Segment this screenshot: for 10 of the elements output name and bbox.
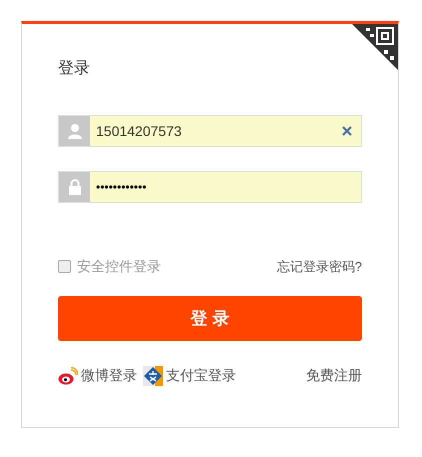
secure-login-label: 安全控件登录 (77, 257, 161, 276)
register-link[interactable]: 免费注册 (306, 365, 362, 386)
qr-code-icon[interactable] (352, 24, 398, 70)
secure-login-checkbox[interactable] (58, 260, 71, 273)
weibo-icon (58, 366, 78, 384)
alipay-icon (143, 366, 163, 386)
forgot-password-link[interactable]: 忘记登录密码? (276, 256, 362, 276)
alipay-login-link[interactable]: 支付宝登录 (166, 365, 236, 386)
weibo-login-link[interactable]: 微博登录 (81, 365, 137, 386)
login-title: 登录 (58, 59, 91, 79)
